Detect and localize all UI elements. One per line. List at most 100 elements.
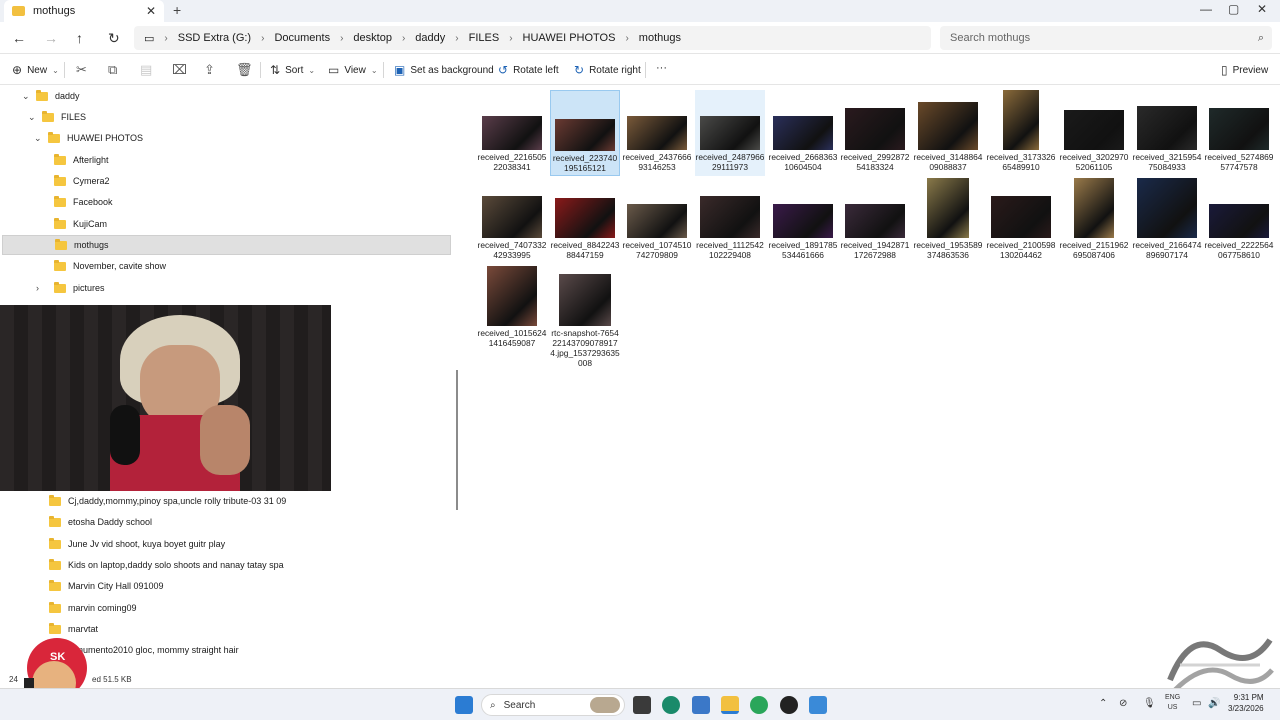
title-bar: mothugs ✕ + — ▢ ✕ [0, 0, 1280, 22]
volume-icon[interactable]: 🔊 [1208, 698, 1220, 709]
display-icon[interactable]: ▭ [1192, 698, 1201, 709]
chevron-down-icon[interactable]: ⌄ [28, 112, 42, 123]
file-item[interactable]: received_2100598130204462 [986, 178, 1056, 264]
forward-button[interactable]: → [44, 30, 58, 46]
up-button[interactable]: ↑ [76, 30, 83, 46]
file-item[interactable]: received_243766693146253 [622, 90, 692, 176]
file-item[interactable]: received_2222564067758610 [1204, 178, 1274, 264]
close-tab-icon[interactable]: ✕ [146, 4, 156, 18]
tab-mothugs[interactable]: mothugs ✕ [4, 0, 164, 22]
tree-item-june-jv[interactable]: June Jv vid shoot, kuya boyet guitr play [35, 534, 225, 554]
close-window-button[interactable]: ✕ [1257, 2, 1267, 16]
file-item[interactable]: received_314886409088837 [913, 90, 983, 176]
file-item[interactable]: received_10156241416459087 [477, 266, 547, 352]
tree-item-etosha[interactable]: etosha Daddy school [35, 512, 152, 532]
breadcrumb-item[interactable]: mothugs [639, 32, 681, 44]
breadcrumb-item[interactable]: daddy [415, 32, 445, 44]
tree-item-pictures[interactable]: › pictures [36, 278, 105, 298]
file-item[interactable]: received_221650522038341 [477, 90, 547, 176]
sort-button[interactable]: ⇅ Sort ⌄ [270, 63, 315, 77]
file-item[interactable]: received_2166474896907174 [1132, 178, 1202, 264]
file-explorer-icon[interactable] [721, 696, 739, 714]
mic-icon[interactable]: 🎙 [1143, 698, 1156, 709]
copy-icon[interactable]: ⧉ [108, 62, 117, 78]
file-item[interactable]: received_248796629111973 [695, 90, 765, 176]
breadcrumb-item[interactable]: Documents [274, 32, 330, 44]
tree-item-afterlight[interactable]: Afterlight [40, 150, 109, 170]
search-input[interactable]: Search mothugs ⌕ [940, 26, 1272, 50]
edge-icon[interactable] [662, 696, 680, 714]
file-item[interactable]: received_1112542102229408 [695, 178, 765, 264]
app-icon[interactable] [750, 696, 768, 714]
maximize-button[interactable]: ▢ [1228, 2, 1239, 16]
delete-icon[interactable]: 🗑 [236, 62, 253, 78]
clock[interactable]: 9:31 PM 3/23/2026 [1228, 692, 1264, 714]
pane-splitter[interactable] [456, 370, 458, 510]
rotate-left-label: Rotate left [513, 64, 559, 76]
file-item[interactable]: received_317332665489910 [986, 90, 1056, 176]
file-item[interactable]: received_1942871172672988 [840, 178, 910, 264]
breadcrumb-item[interactable]: FILES [469, 32, 500, 44]
new-button[interactable]: ⊕ New ⌄ [12, 63, 59, 77]
tree-item-november-cavite-show[interactable]: November, cavite show [40, 256, 166, 276]
paste-icon[interactable]: ▤ [140, 62, 152, 78]
more-options-button[interactable]: ··· [656, 62, 667, 74]
file-item[interactable]: received_320297052061105 [1059, 90, 1129, 176]
taskbar-search[interactable]: ⌕ Search [481, 694, 625, 716]
chevron-down-icon[interactable]: ⌄ [22, 91, 36, 102]
file-item[interactable]: received_1953589374863536 [913, 178, 983, 264]
file-item[interactable]: received_321595475084933 [1132, 90, 1202, 176]
tree-item-label: Cj,daddy,mommy,pinoy spa,uncle rolly tri… [68, 496, 287, 506]
tree-item-mothugs[interactable]: mothugs [2, 235, 451, 255]
folder-icon [49, 537, 61, 549]
file-item[interactable]: rtc-snapshot-7654221437090789174.jpg_153… [550, 266, 620, 368]
app-icon-2[interactable] [809, 696, 827, 714]
tree-item-facebook[interactable]: Facebook [40, 192, 113, 212]
chevron-right-icon[interactable]: › [36, 283, 54, 293]
tree-item-files[interactable]: ⌄ FILES [28, 107, 86, 127]
tree-item-cj-daddy[interactable]: Cj,daddy,mommy,pinoy spa,uncle rolly tri… [35, 491, 286, 511]
file-item[interactable]: received_223740195165121 [550, 90, 620, 176]
file-item[interactable]: received_299287254183324 [840, 90, 910, 176]
file-item[interactable]: received_266836310604504 [768, 90, 838, 176]
tree-item-marvin-city-hall[interactable]: Marvin City Hall 091009 [35, 576, 164, 596]
language-indicator[interactable]: ENG US [1165, 693, 1180, 713]
refresh-button[interactable]: ↻ [108, 30, 120, 47]
rotate-left-button[interactable]: ↺ Rotate left [498, 63, 559, 77]
rename-icon[interactable]: ⌧ [172, 62, 187, 78]
share-icon[interactable]: ⇪ [204, 62, 215, 78]
minimize-button[interactable]: — [1200, 2, 1212, 16]
chevron-up-icon[interactable]: ⌃ [1099, 698, 1107, 709]
tree-item-kids-on-laptop[interactable]: Kids on laptop,daddy solo shoots and nan… [35, 555, 284, 575]
new-tab-button[interactable]: + [173, 2, 181, 18]
file-item[interactable]: received_884224388447159 [550, 178, 620, 264]
chevron-down-icon[interactable]: ⌄ [34, 133, 48, 144]
tree-item-huawei-photos[interactable]: ⌄ HUAWEI PHOTOS [34, 128, 143, 148]
start-icon[interactable] [455, 696, 473, 714]
file-item[interactable]: received_2151962695087406 [1059, 178, 1129, 264]
tree-item-daddy[interactable]: ⌄ daddy [22, 86, 80, 106]
breadcrumb[interactable]: ▭ › SSD Extra (G:) › Documents › desktop… [134, 26, 931, 50]
file-grid[interactable]: received_221650522038341 received_2237401… [462, 86, 1280, 676]
breadcrumb-item[interactable]: desktop [353, 32, 392, 44]
cut-icon[interactable]: ✂ [76, 62, 87, 78]
set-as-background-button[interactable]: ▣ Set as background [394, 63, 494, 77]
tree-item-kujicam[interactable]: KujiCam [40, 214, 107, 234]
network-off-icon[interactable]: ⊘ [1119, 698, 1127, 709]
task-view-icon[interactable] [633, 696, 651, 714]
file-item[interactable]: received_1891785534461666 [768, 178, 838, 264]
photo-thumbnail [1064, 110, 1124, 150]
view-button[interactable]: ▭ View ⌄ [328, 63, 378, 77]
rotate-right-button[interactable]: ↻ Rotate right [574, 63, 641, 77]
obs-icon[interactable] [780, 696, 798, 714]
breadcrumb-item[interactable]: HUAWEI PHOTOS [523, 32, 616, 44]
file-item[interactable]: received_740733242933995 [477, 178, 547, 264]
file-item[interactable]: received_1074510742709809 [622, 178, 692, 264]
store-icon[interactable] [692, 696, 710, 714]
breadcrumb-item[interactable]: SSD Extra (G:) [178, 32, 251, 44]
file-item[interactable]: received_527486957747578 [1204, 90, 1274, 176]
tree-item-cymera2[interactable]: Cymera2 [40, 171, 110, 191]
back-button[interactable]: ← [12, 30, 26, 46]
preview-button[interactable]: ▯ Preview [1221, 63, 1268, 77]
tree-item-marvin-coming09[interactable]: marvin coming09 [35, 598, 137, 618]
